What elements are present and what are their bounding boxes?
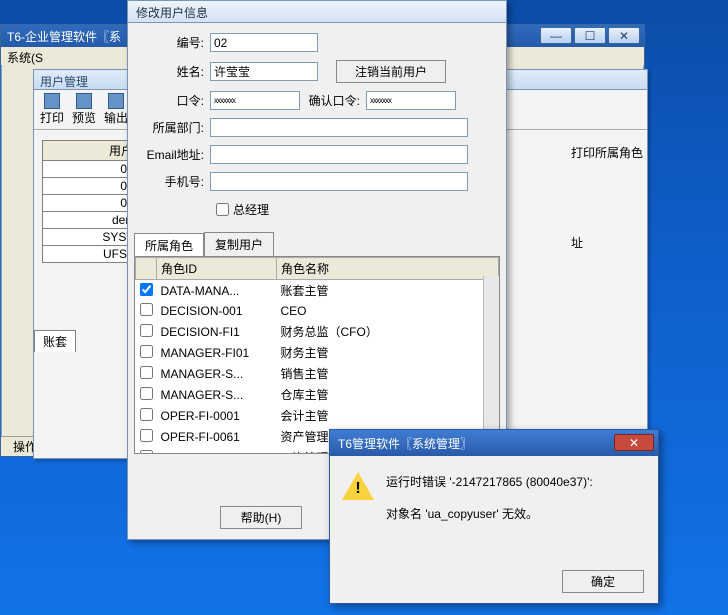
- role-checkbox[interactable]: [140, 450, 153, 455]
- id-field[interactable]: [210, 33, 318, 52]
- name-label: 姓名:: [138, 63, 210, 80]
- role-id-cell: OPER-FI-0061: [157, 426, 277, 447]
- role-id-cell: MANAGER-FI01: [157, 342, 277, 363]
- output-button[interactable]: 输出: [102, 92, 130, 127]
- role-checkbox[interactable]: [140, 324, 153, 337]
- preview-button[interactable]: 预览: [70, 92, 98, 127]
- preview-label: 预览: [72, 109, 96, 126]
- role-id-cell: DATA-MANA...: [157, 280, 277, 302]
- tab-copy-user[interactable]: 复制用户: [204, 232, 274, 256]
- role-id-cell: DECISION-FI1: [157, 321, 277, 342]
- email-field[interactable]: [210, 145, 468, 164]
- error-dialog: T6管理软件〖系统管理〗 ✕ 运行时错误 '-2147217865 (80040…: [329, 429, 659, 604]
- role-name-cell: 销售主管: [277, 363, 499, 384]
- print-button[interactable]: 打印: [38, 92, 66, 127]
- role-id-cell: DECISION-001: [157, 301, 277, 321]
- role-name-cell: 财务总监（CFO）: [277, 321, 499, 342]
- address-label: 址: [571, 234, 643, 268]
- name-field[interactable]: [210, 62, 318, 81]
- role-check-header[interactable]: [136, 258, 157, 280]
- role-name-header[interactable]: 角色名称: [277, 258, 499, 280]
- role-check-cell[interactable]: [136, 301, 157, 321]
- role-check-cell[interactable]: [136, 342, 157, 363]
- scrollbar-vertical[interactable]: [483, 276, 499, 453]
- role-name-cell: 会计主管: [277, 405, 499, 426]
- tab-roles[interactable]: 所属角色: [134, 233, 204, 257]
- error-ok-button[interactable]: 确定: [562, 570, 644, 593]
- role-checkbox[interactable]: [140, 366, 153, 379]
- role-check-cell[interactable]: [136, 321, 157, 342]
- role-name-cell: 财务主管: [277, 342, 499, 363]
- department-field[interactable]: [210, 118, 468, 137]
- role-row[interactable]: OPER-FI-0001会计主管: [136, 405, 499, 426]
- minimize-button[interactable]: —: [540, 27, 572, 44]
- role-check-cell[interactable]: [136, 447, 157, 454]
- email-label: Email地址:: [138, 146, 210, 163]
- role-row[interactable]: DECISION-FI1财务总监（CFO）: [136, 321, 499, 342]
- output-label: 输出: [104, 109, 128, 126]
- role-row[interactable]: MANAGER-S...销售主管: [136, 363, 499, 384]
- role-tabs: 所属角色 复制用户 角色ID 角色名称 DATA-MANA...账套主管DECI…: [134, 232, 500, 454]
- id-label: 编号:: [138, 34, 210, 51]
- error-message: 运行时错误 '-2147217865 (80040e37)': 对象名 'ua_…: [386, 472, 593, 525]
- role-checkbox[interactable]: [140, 303, 153, 316]
- help-button[interactable]: 帮助(H): [220, 506, 302, 529]
- role-id-cell: OPER-FI-0071: [157, 447, 277, 454]
- role-id-cell: MANAGER-S...: [157, 384, 277, 405]
- accounts-tab[interactable]: 账套: [34, 330, 76, 352]
- role-row[interactable]: MANAGER-S...仓库主管: [136, 384, 499, 405]
- error-close-button[interactable]: ✕: [614, 434, 654, 451]
- logout-user-button[interactable]: 注销当前用户: [336, 60, 446, 83]
- role-checkbox[interactable]: [140, 429, 153, 442]
- close-button[interactable]: ✕: [608, 27, 640, 44]
- right-column: 打印所属角色 址: [571, 144, 643, 268]
- role-checkbox[interactable]: [140, 408, 153, 421]
- warning-icon: [342, 472, 374, 504]
- role-name-cell: CEO: [277, 301, 499, 321]
- roles-panel: 角色ID 角色名称 DATA-MANA...账套主管DECISION-001CE…: [134, 256, 500, 454]
- print-label: 打印: [40, 109, 64, 126]
- print-roles-label: 打印所属角色: [571, 144, 643, 178]
- role-row[interactable]: MANAGER-FI01财务主管: [136, 342, 499, 363]
- confirm-password-field[interactable]: [366, 91, 456, 110]
- role-id-cell: MANAGER-S...: [157, 363, 277, 384]
- role-name-cell: 仓库主管: [277, 384, 499, 405]
- role-name-cell: 账套主管: [277, 280, 499, 302]
- phone-field[interactable]: [210, 172, 468, 191]
- general-manager-checkbox[interactable]: [216, 203, 229, 216]
- role-id-header[interactable]: 角色ID: [157, 258, 277, 280]
- output-icon: [108, 93, 124, 109]
- role-id-cell: OPER-FI-0001: [157, 405, 277, 426]
- role-row[interactable]: DATA-MANA...账套主管: [136, 280, 499, 302]
- confirm-password-label: 确认口令:: [300, 92, 366, 109]
- role-check-cell[interactable]: [136, 405, 157, 426]
- password-label: 口令:: [138, 92, 210, 109]
- error-title-text: T6管理软件〖系统管理〗: [338, 437, 472, 451]
- role-check-cell[interactable]: [136, 384, 157, 405]
- department-label: 所属部门:: [138, 119, 210, 136]
- modify-dialog-title: 修改用户信息: [128, 1, 506, 23]
- error-line2: 对象名 'ua_copyuser' 无效。: [386, 504, 593, 526]
- password-field[interactable]: [210, 91, 300, 110]
- error-dialog-title: T6管理软件〖系统管理〗 ✕: [330, 430, 658, 456]
- role-checkbox[interactable]: [140, 387, 153, 400]
- print-icon: [44, 93, 60, 109]
- app-title: T6-企业管理软件〖系: [7, 30, 121, 44]
- role-check-cell[interactable]: [136, 426, 157, 447]
- phone-label: 手机号:: [138, 173, 210, 190]
- role-check-cell[interactable]: [136, 280, 157, 302]
- role-checkbox[interactable]: [140, 345, 153, 358]
- role-row[interactable]: DECISION-001CEO: [136, 301, 499, 321]
- general-manager-label: 总经理: [233, 201, 269, 218]
- role-check-cell[interactable]: [136, 363, 157, 384]
- preview-icon: [76, 93, 92, 109]
- maximize-button[interactable]: ☐: [574, 27, 606, 44]
- error-line1: 运行时错误 '-2147217865 (80040e37)':: [386, 472, 593, 494]
- role-checkbox[interactable]: [140, 283, 153, 296]
